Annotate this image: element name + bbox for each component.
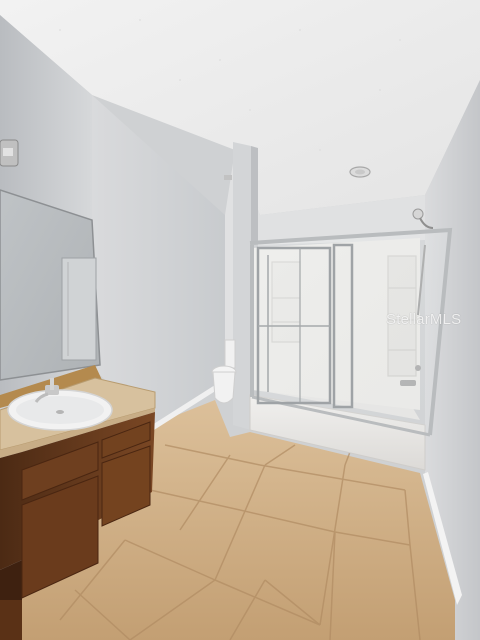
pillar	[233, 142, 251, 430]
watermark-text: StellarMLS	[386, 311, 462, 328]
bathroom-photo: StellarMLS	[0, 0, 480, 640]
ceiling-vent	[224, 175, 232, 180]
middle-wall	[92, 95, 225, 425]
shower-glass-doors	[249, 227, 453, 437]
